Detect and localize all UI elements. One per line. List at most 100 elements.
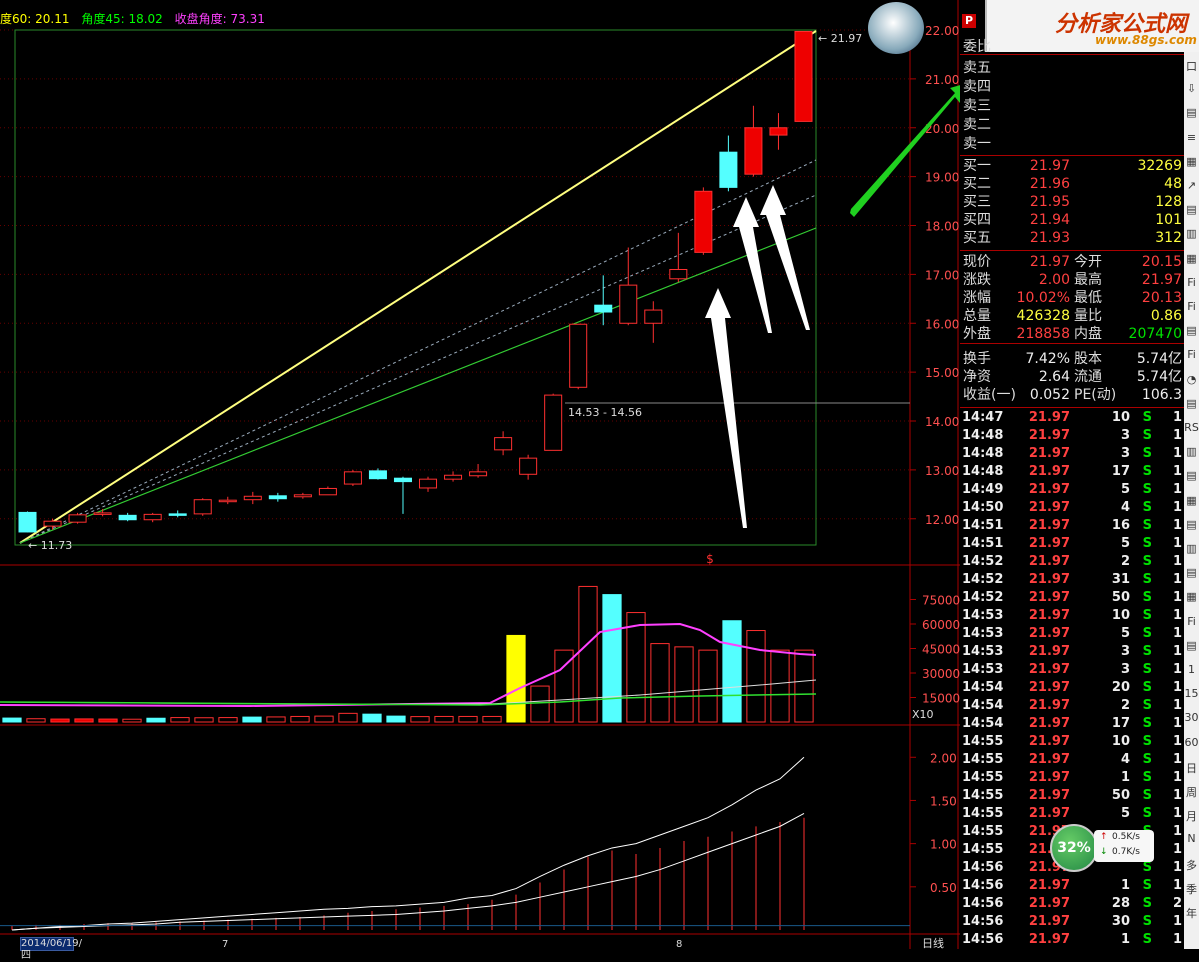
- tick-volume: 10: [1111, 410, 1130, 425]
- tick-volume: 16: [1111, 518, 1130, 533]
- tick-count: 1: [1172, 464, 1182, 479]
- volume-bar: [170, 717, 190, 723]
- toolbar-button[interactable]: ▤: [1184, 397, 1199, 415]
- toolbar-button[interactable]: ⇩: [1184, 82, 1199, 100]
- toolbar-button[interactable]: 日: [1184, 760, 1199, 778]
- tick-row: 14:52 21.97 50 S 1: [960, 589, 1184, 607]
- toolbar-button[interactable]: 年: [1184, 905, 1199, 923]
- tick-price: 21.97: [1028, 716, 1070, 731]
- angle45-line: [19, 227, 817, 544]
- toolbar-button[interactable]: ▤: [1184, 106, 1199, 124]
- toolbar-button[interactable]: ▤: [1184, 469, 1199, 487]
- tick-side: S: [1142, 446, 1152, 461]
- stat-value: 106.3: [1141, 387, 1182, 403]
- stat-label: 最低: [1074, 290, 1102, 306]
- price-axis-label: 18.00: [925, 220, 959, 234]
- tick-time: 14:49: [962, 482, 1004, 497]
- tick-side: S: [1142, 914, 1152, 929]
- toolbar-button[interactable]: ▤: [1184, 566, 1199, 584]
- tick-row: 14:56 21.97 1 S 1: [960, 931, 1184, 949]
- toolbar-button[interactable]: Fi: [1184, 615, 1199, 633]
- stat-value: 20.13: [1141, 290, 1182, 306]
- toolbar-button[interactable]: ▥: [1184, 445, 1199, 463]
- tick-count: 1: [1172, 716, 1182, 731]
- toolbar-button[interactable]: Fi: [1184, 300, 1199, 318]
- tick-price: 21.97: [1028, 806, 1070, 821]
- stat-label: 涨跌: [963, 272, 991, 288]
- toolbar-button[interactable]: ▤: [1184, 639, 1199, 657]
- candle-body: [444, 474, 463, 480]
- toolbar-button[interactable]: ▤: [1184, 203, 1199, 221]
- tick-row: 14:52 21.97 31 S 1: [960, 571, 1184, 589]
- toolbar-button[interactable]: 口: [1184, 58, 1199, 76]
- indicator-axis-label: 1.50: [930, 794, 957, 808]
- tick-time: 14:54: [962, 698, 1004, 713]
- tick-row: 14:55 21.97 1 S 1: [960, 769, 1184, 787]
- kline-chart[interactable]: 22.0021.0020.0019.0018.0017.0016.0015.00…: [0, 0, 960, 949]
- buy-level-row: 买五 21.93 312: [960, 229, 1184, 247]
- toolbar-button[interactable]: ▥: [1184, 542, 1199, 560]
- toolbar-button[interactable]: ▥: [1184, 227, 1199, 245]
- stat-value: 10.02%: [1016, 290, 1070, 306]
- toolbar-button[interactable]: ▤: [1184, 324, 1199, 342]
- quote-stat-row: 净资 2.64 流通 5.74亿: [960, 368, 1184, 386]
- toolbar-button[interactable]: 1: [1184, 663, 1199, 681]
- tick-volume: 1: [1120, 770, 1130, 785]
- toolbar-button[interactable]: RS: [1184, 421, 1199, 439]
- toolbar-button[interactable]: ▦: [1184, 590, 1199, 608]
- tick-side: S: [1142, 572, 1152, 587]
- toolbar-button[interactable]: ▦: [1184, 494, 1199, 512]
- toolbar-button[interactable]: ▦: [1184, 252, 1199, 270]
- volume-axis-label: 75000: [922, 594, 960, 608]
- tick-time: 14:51: [962, 518, 1004, 533]
- tick-time: 14:55: [962, 806, 1004, 821]
- upload-speed: 0.5K/s: [1112, 832, 1140, 842]
- tick-row: 14:51 21.97 5 S 1: [960, 535, 1184, 553]
- toolbar-button[interactable]: ▦: [1184, 155, 1199, 173]
- toolbar-button[interactable]: ↗: [1184, 179, 1199, 197]
- volume-bar: [266, 716, 286, 723]
- quote-stat-row: 涨跌 2.00 最高 21.97: [960, 271, 1184, 289]
- indicator-axis-label: 0.50: [930, 881, 957, 895]
- candle-body: [68, 514, 87, 523]
- stat-value: 426328: [1016, 308, 1070, 324]
- tick-count: 1: [1172, 824, 1182, 839]
- toolbar-button[interactable]: 周: [1184, 784, 1199, 802]
- tick-row: 14:53 21.97 3 S 1: [960, 661, 1184, 679]
- toolbar-button[interactable]: 15: [1184, 687, 1199, 705]
- candle-body: [469, 471, 488, 477]
- stat-label: 换手: [963, 351, 991, 367]
- toolbar-button[interactable]: ▤: [1184, 518, 1199, 536]
- tick-price: 21.97: [1028, 788, 1070, 803]
- quote-divider: [960, 54, 1184, 55]
- toolbar-button[interactable]: ≡: [1184, 131, 1199, 149]
- sell-level-label: 卖二: [963, 117, 991, 133]
- toolbar-button[interactable]: 多: [1184, 857, 1199, 875]
- tick-volume: 3: [1120, 662, 1130, 677]
- toolbar-button[interactable]: N: [1184, 832, 1199, 850]
- toolbar-button[interactable]: Fi: [1184, 276, 1199, 294]
- tick-side: S: [1142, 734, 1152, 749]
- toolbar-button[interactable]: ◔: [1184, 373, 1199, 391]
- buy-volume: 101: [1155, 212, 1182, 228]
- volume-bar: [506, 634, 526, 723]
- tick-side: S: [1142, 626, 1152, 641]
- p-badge-icon[interactable]: P: [962, 14, 976, 28]
- stat-value: 21.97: [1029, 254, 1070, 270]
- net-speed-widget[interactable]: 32%: [1050, 824, 1098, 872]
- toolbar-button[interactable]: 60: [1184, 736, 1199, 754]
- toolbar-button[interactable]: Fi: [1184, 348, 1199, 366]
- tick-count: 1: [1172, 410, 1182, 425]
- toolbar-button[interactable]: 月: [1184, 808, 1199, 826]
- quote-stat-row: 总量 426328 量比 0.86: [960, 307, 1184, 325]
- tick-row: 14:54 21.97 20 S 1: [960, 679, 1184, 697]
- tick-count: 2: [1172, 896, 1182, 911]
- toolbar-button[interactable]: 季: [1184, 881, 1199, 899]
- buy-volume: 32269: [1137, 158, 1182, 174]
- tick-price: 21.97: [1028, 662, 1070, 677]
- tick-side: S: [1142, 878, 1152, 893]
- tick-time: 14:53: [962, 608, 1004, 623]
- candle-body: [644, 309, 663, 324]
- tick-price: 21.97: [1028, 482, 1070, 497]
- toolbar-button[interactable]: 30: [1184, 711, 1199, 729]
